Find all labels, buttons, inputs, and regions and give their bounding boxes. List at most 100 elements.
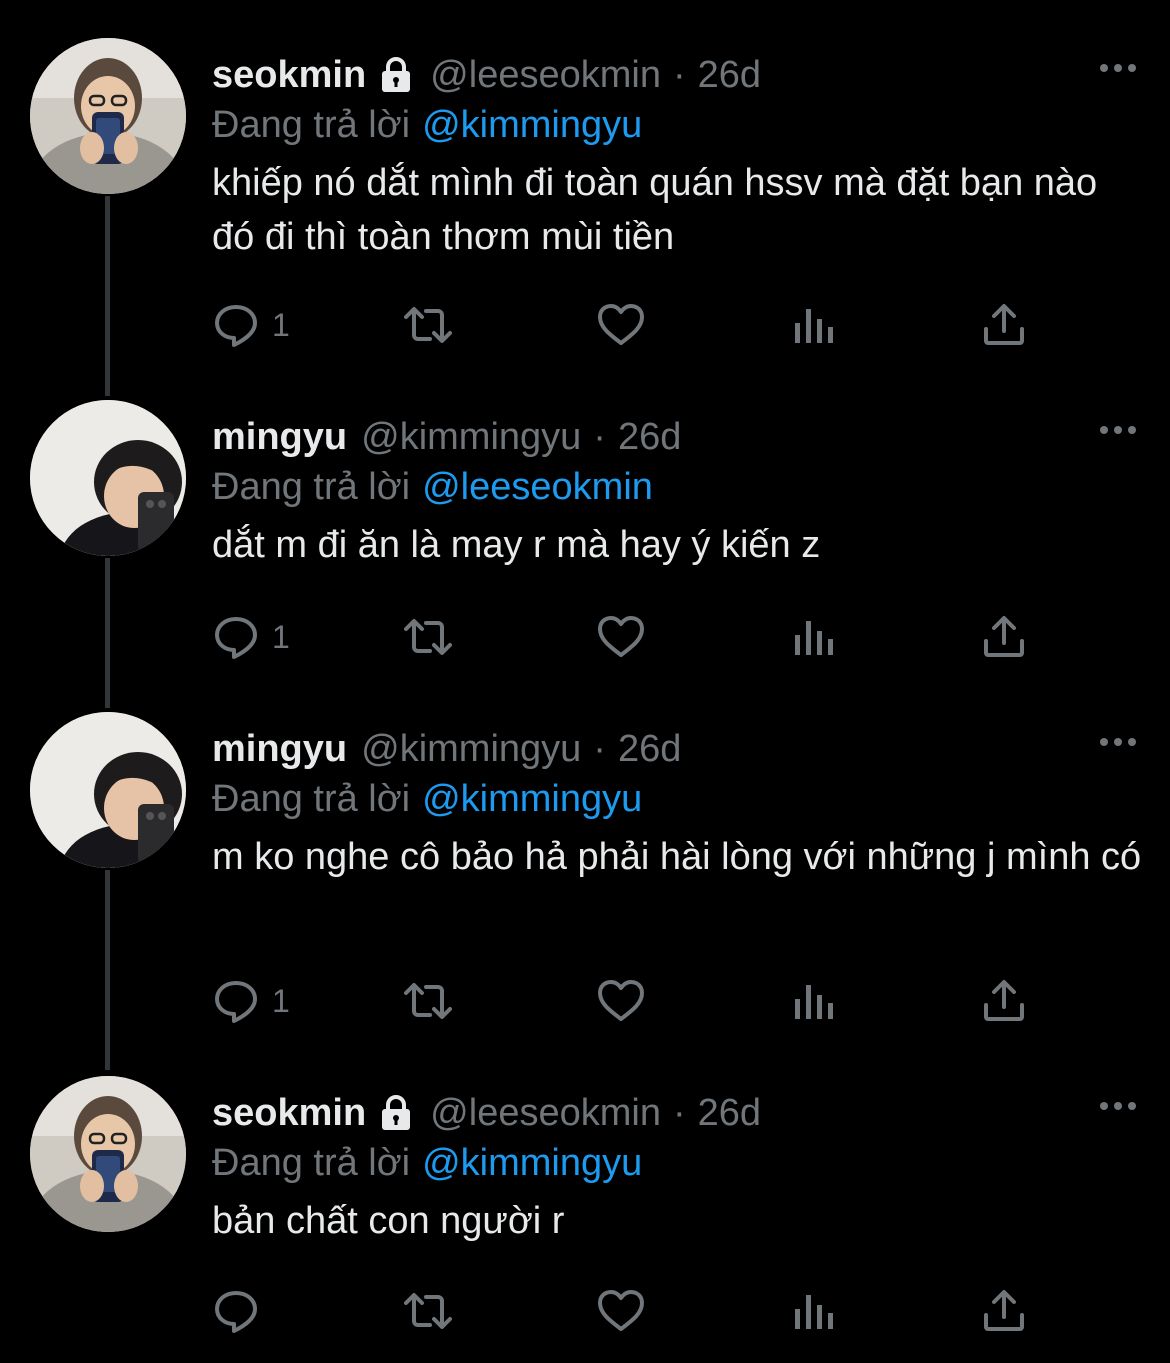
like-button[interactable] — [596, 1286, 646, 1336]
separator-dot: · — [672, 53, 686, 96]
tweet[interactable]: mingyu @kimmingyu · 26d Đang trả lời @kim… — [0, 712, 1170, 1052]
tweet[interactable]: mingyu @kimmingyu · 26d Đang trả lời @lee… — [0, 400, 1170, 690]
handle[interactable]: @leeseokmin — [430, 1092, 661, 1135]
tweet-text: bản chất con người r — [212, 1200, 565, 1242]
analytics-icon — [795, 1295, 833, 1329]
retweet-icon — [404, 307, 452, 343]
replying-to: Đang trả lời @kimmingyu — [212, 1142, 642, 1185]
separator-dot: · — [672, 1091, 686, 1134]
retweet-icon — [404, 983, 452, 1019]
handle[interactable]: @leeseokmin — [430, 54, 661, 97]
timestamp[interactable]: 26d — [618, 728, 681, 771]
replying-to: Đang trả lời @kimmingyu — [212, 778, 642, 821]
share-button[interactable] — [980, 1286, 1028, 1336]
reply-mention-link[interactable]: @kimmingyu — [422, 1142, 642, 1184]
tweet-header: mingyu @kimmingyu · 26d — [212, 724, 681, 774]
reply-icon — [215, 617, 257, 659]
replying-to-label: Đang trả lời — [212, 466, 411, 508]
reply-count: 1 — [272, 618, 290, 655]
analytics-button[interactable] — [792, 976, 836, 1026]
reply-button[interactable]: 1 — [212, 976, 290, 1026]
reply-count: 1 — [272, 306, 290, 343]
separator-dot: · — [593, 727, 606, 770]
like-button[interactable] — [596, 976, 646, 1026]
like-icon — [598, 980, 644, 1021]
lock-icon — [382, 57, 411, 92]
display-name[interactable]: mingyu — [212, 728, 347, 771]
reply-mention-link[interactable]: @kimmingyu — [422, 104, 642, 146]
tweet-header: mingyu @kimmingyu · 26d — [212, 412, 681, 462]
replying-to-label: Đang trả lời — [212, 104, 411, 146]
reply-icon — [215, 305, 257, 347]
replying-to-label: Đang trả lời — [212, 1142, 411, 1184]
share-icon — [984, 616, 1024, 657]
avatar-mingyu[interactable] — [30, 400, 186, 556]
avatar-mingyu[interactable] — [30, 712, 186, 868]
timestamp[interactable]: 26d — [618, 416, 681, 459]
tweet-text: dắt m đi ăn là may r mà hay ý kiến z — [212, 524, 821, 566]
retweet-button[interactable] — [400, 1286, 456, 1336]
action-bar: 1 — [212, 300, 1112, 350]
share-button[interactable] — [980, 300, 1028, 350]
display-name[interactable]: mingyu — [212, 416, 347, 459]
display-name[interactable]: seokmin — [212, 1092, 366, 1135]
action-bar — [212, 1286, 1112, 1336]
tweet-text: khiếp nó dắt mình đi toàn quán hssv mà đ… — [212, 162, 1098, 258]
like-icon — [598, 616, 644, 657]
analytics-button[interactable] — [792, 300, 836, 350]
tweet-header: seokmin @leeseokmin · 26d — [212, 50, 761, 100]
reply-button[interactable]: 1 — [212, 300, 290, 350]
avatar-photo-icon — [30, 712, 186, 868]
reply-mention-link[interactable]: @kimmingyu — [422, 778, 642, 820]
retweet-button[interactable] — [400, 612, 456, 662]
tweet-header: seokmin @leeseokmin · 26d — [212, 1088, 761, 1138]
more-options-icon[interactable] — [1098, 1098, 1138, 1114]
reply-icon — [215, 981, 257, 1023]
avatar-photo-icon — [30, 1076, 186, 1232]
retweet-button[interactable] — [400, 300, 456, 350]
avatar-photo-icon — [30, 38, 186, 194]
more-options-icon[interactable] — [1098, 734, 1138, 750]
analytics-icon — [795, 985, 833, 1019]
avatar-seokmin[interactable] — [30, 1076, 186, 1232]
handle[interactable]: @kimmingyu — [361, 416, 581, 459]
timestamp[interactable]: 26d — [698, 1092, 761, 1135]
replying-to: Đang trả lời @kimmingyu — [212, 104, 642, 147]
retweet-button[interactable] — [400, 976, 456, 1026]
analytics-button[interactable] — [792, 1286, 836, 1336]
replying-to-label: Đang trả lời — [212, 778, 411, 820]
more-options-icon[interactable] — [1098, 422, 1138, 438]
analytics-icon — [795, 621, 833, 655]
share-icon — [984, 1290, 1024, 1331]
reply-button[interactable] — [212, 1286, 272, 1336]
tweet[interactable]: seokmin @leeseokmin · 26d Đang trả lời @k… — [0, 1076, 1170, 1363]
reply-thread: seokmin @leeseokmin · 26d Đang trả lời @k… — [0, 0, 1170, 1363]
timestamp[interactable]: 26d — [698, 54, 761, 97]
share-button[interactable] — [980, 976, 1028, 1026]
retweet-icon — [404, 1293, 452, 1329]
tweet-text: m ko nghe cô bảo hả phải hài lòng với nh… — [212, 836, 1142, 878]
display-name[interactable]: seokmin — [212, 54, 366, 97]
tweet[interactable]: seokmin @leeseokmin · 26d Đang trả lời @k… — [0, 38, 1170, 378]
analytics-button[interactable] — [792, 612, 836, 662]
more-options-icon[interactable] — [1098, 60, 1138, 76]
analytics-icon — [795, 309, 833, 343]
lock-icon — [382, 1095, 411, 1130]
reply-icon — [215, 1291, 257, 1333]
retweet-icon — [404, 619, 452, 655]
reply-button[interactable]: 1 — [212, 612, 290, 662]
like-icon — [598, 1290, 644, 1331]
action-bar: 1 — [212, 976, 1112, 1026]
like-button[interactable] — [596, 300, 646, 350]
separator-dot: · — [593, 415, 606, 458]
like-icon — [598, 304, 644, 345]
action-bar: 1 — [212, 612, 1112, 662]
reply-mention-link[interactable]: @leeseokmin — [422, 466, 653, 508]
avatar-seokmin[interactable] — [30, 38, 186, 194]
share-button[interactable] — [980, 612, 1028, 662]
like-button[interactable] — [596, 612, 646, 662]
reply-count: 1 — [272, 982, 290, 1019]
replying-to: Đang trả lời @leeseokmin — [212, 466, 653, 509]
share-icon — [984, 304, 1024, 345]
handle[interactable]: @kimmingyu — [361, 728, 581, 771]
